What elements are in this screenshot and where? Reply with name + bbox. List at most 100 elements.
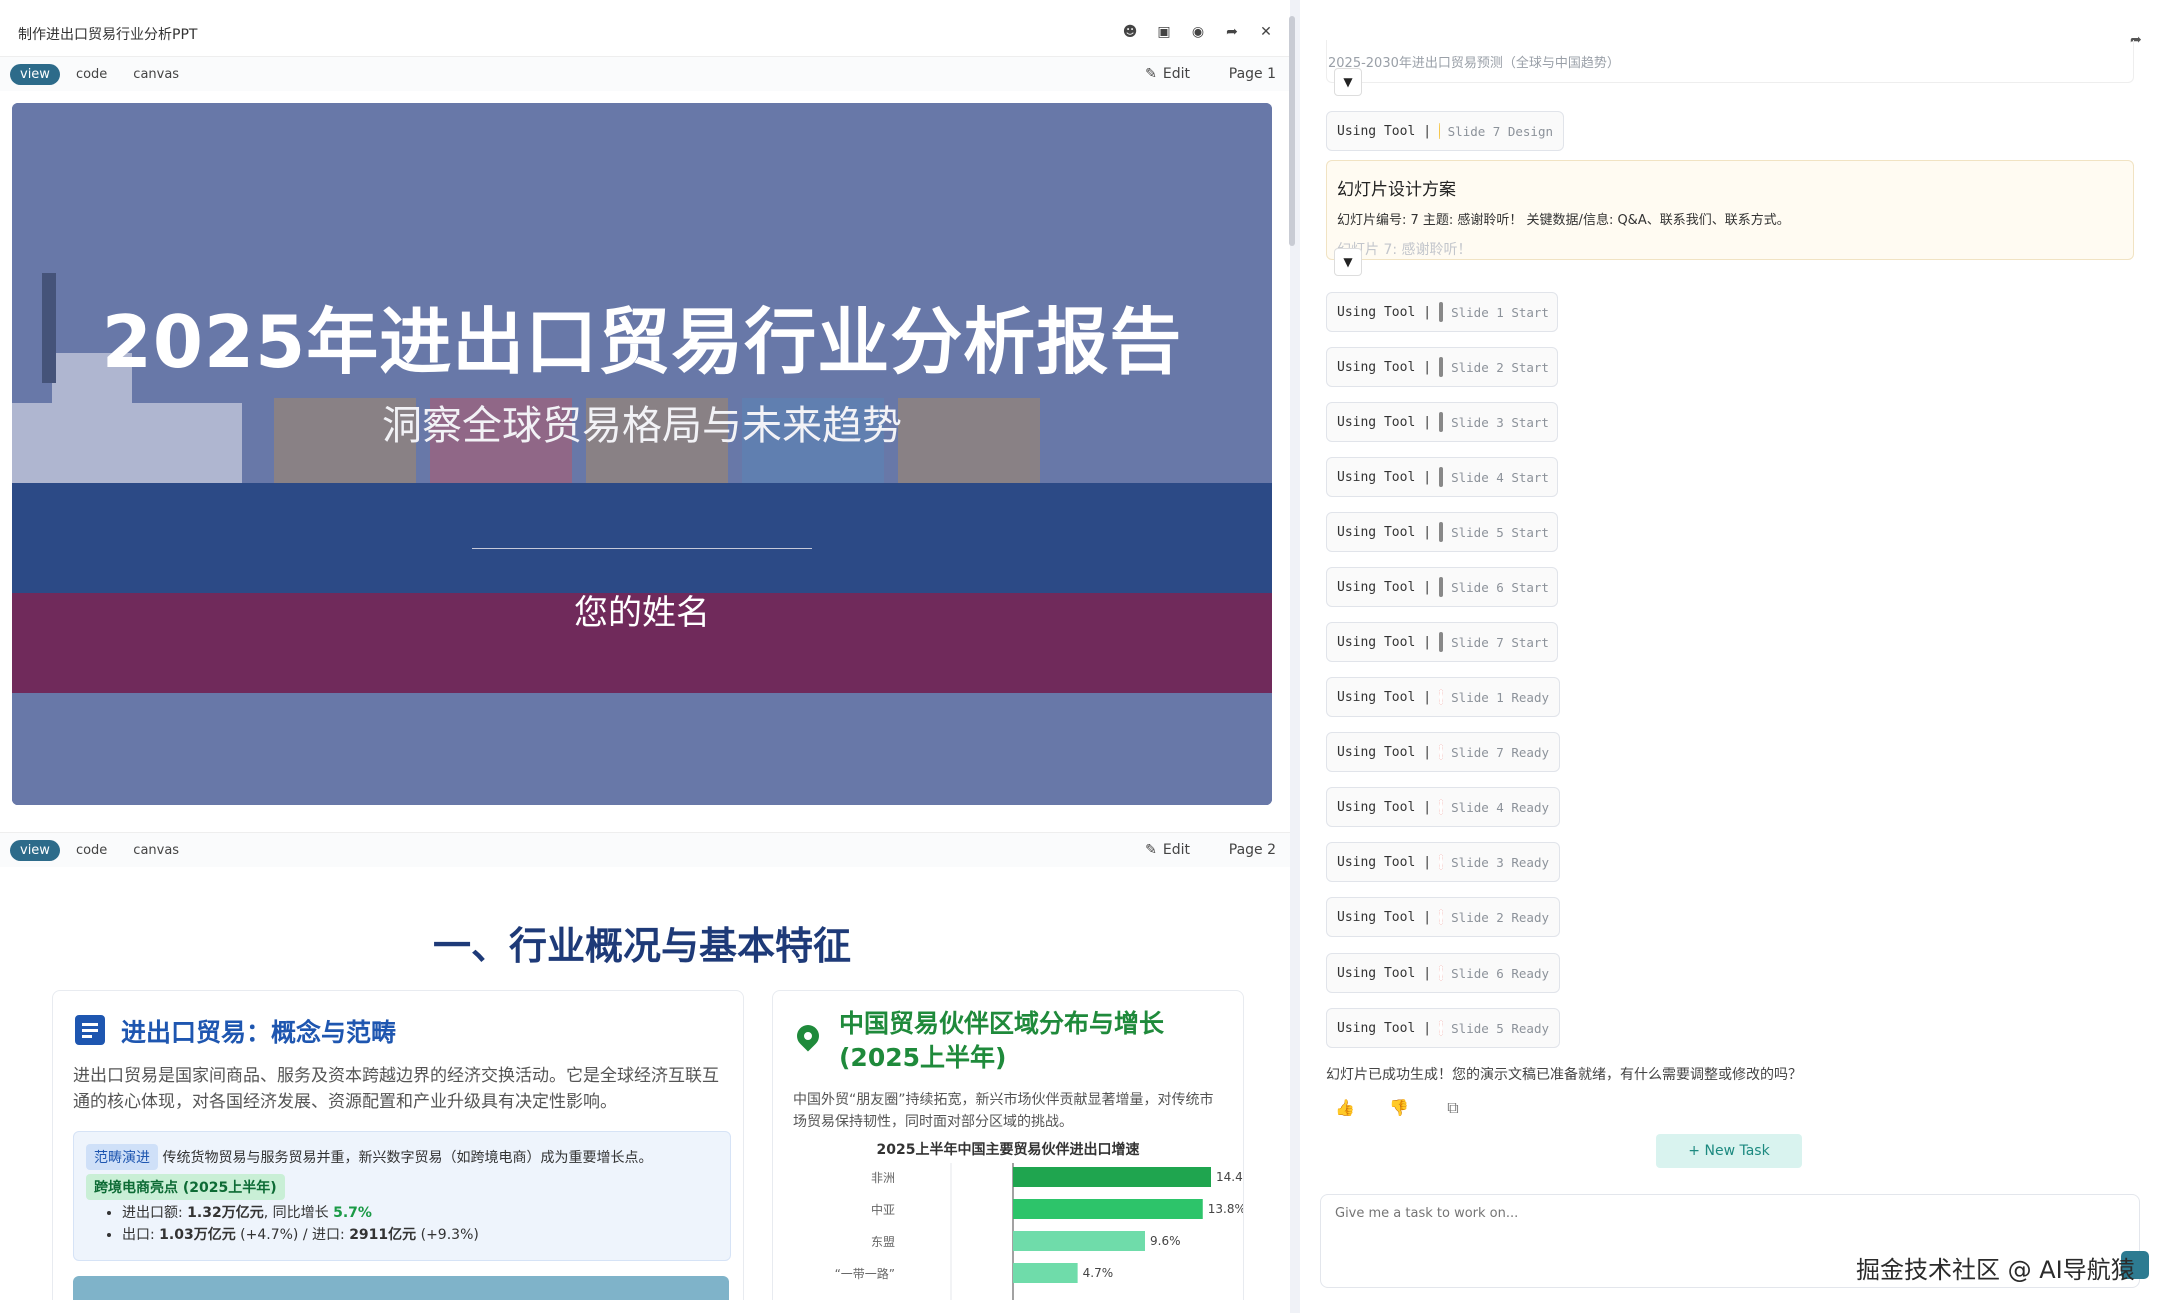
location-pin-icon bbox=[792, 1020, 824, 1052]
tool-call-item[interactable]: Using Tool | Slide 7 Start bbox=[1326, 622, 1558, 662]
separator: | bbox=[1423, 579, 1432, 595]
tab-canvas[interactable]: canvas bbox=[123, 64, 189, 85]
scrollbar[interactable] bbox=[1289, 16, 1295, 246]
tool-call-item[interactable]: Using Tool | Slide 1 Start bbox=[1326, 292, 1558, 332]
ecommerce-row: 跨境电商亮点 (2025上半年) bbox=[86, 1174, 285, 1200]
chart-title: 2025上半年中国主要贸易伙伴进出口增速 bbox=[876, 1142, 1140, 1158]
tool-call-item[interactable]: Using Tool | Slide 5 Start bbox=[1326, 512, 1558, 552]
target-icon bbox=[1439, 744, 1444, 760]
assistant-message: 幻灯片已成功生成！您的演示文稿已准备就绪，有什么需要调整或修改的吗？ bbox=[1326, 1067, 1802, 1083]
separator: | bbox=[1423, 123, 1432, 139]
separator: | bbox=[1423, 469, 1432, 485]
scope-row: 范畴演进 传统货物贸易与服务贸易并重，新兴数字贸易（如跨境电商）成为重要增长点。 bbox=[86, 1144, 652, 1170]
tool-call-item[interactable]: Using Tool | Slide 4 Ready bbox=[1326, 787, 1560, 827]
outline-item: 2025-2030年进出口贸易预测（全球与中国趋势） bbox=[1328, 56, 1620, 71]
page2-tab-bar: view code canvas ✎ Edit Page 2 bbox=[0, 832, 1290, 867]
separator: | bbox=[1423, 799, 1432, 815]
card-title: 进出口贸易：概念与范畴 bbox=[121, 1018, 397, 1047]
tool-call-item[interactable]: Using Tool | Slide 4 Start bbox=[1326, 457, 1558, 497]
edit-icon: ✎ bbox=[1145, 842, 1157, 858]
list-item: 进出口额: 1.32万亿元, 同比增长 5.7% bbox=[122, 1202, 479, 1224]
tool-call-item[interactable]: Using Tool | Slide 3 Start bbox=[1326, 402, 1558, 442]
design-body: 幻灯片编号: 7 主题: 感谢聆听！ 关键数据/信息: Q&A、联系我们、联系方… bbox=[1337, 213, 1790, 228]
using-tool-label: Using Tool bbox=[1337, 689, 1416, 705]
tool-call-item[interactable]: Using Tool | Slide 5 Ready bbox=[1326, 1008, 1560, 1048]
target-icon bbox=[1439, 965, 1444, 981]
bar bbox=[1013, 1199, 1203, 1219]
stats-list: 进出口额: 1.32万亿元, 同比增长 5.7% 出口: 1.03万亿元 (+4… bbox=[104, 1202, 479, 1246]
tool-call-item[interactable]: Using Tool | Slide 6 Start bbox=[1326, 567, 1558, 607]
tab-view[interactable]: view bbox=[10, 63, 60, 85]
slide-2-overview[interactable]: 一、行业概况与基本特征 进出口贸易：概念与范畴 进出口贸易是国家间商品、服务及资… bbox=[12, 880, 1272, 1300]
separator: | bbox=[1423, 524, 1432, 540]
using-tool-label: Using Tool bbox=[1337, 909, 1416, 925]
using-tool-label: Using Tool bbox=[1337, 799, 1416, 815]
category-label: “一带一路” bbox=[835, 1266, 895, 1281]
edit-button[interactable]: ✎ Edit bbox=[1145, 842, 1190, 858]
new-task-button[interactable]: + New Task bbox=[1656, 1134, 1802, 1168]
partner-card: 中国贸易伙伴区域分布与增长 (2025上半年) 中国外贸“朋友圈”持续拓宽，新兴… bbox=[772, 990, 1244, 1300]
tool-call-item[interactable]: Using Tool | Slide 2 Start bbox=[1326, 347, 1558, 387]
list-item: 出口: 1.03万亿元 (+4.7%) / 进口: 2911亿元 (+9.3%) bbox=[122, 1224, 479, 1246]
slide-heading: 一、行业概况与基本特征 bbox=[432, 924, 851, 968]
design-heading: 幻灯片设计方案 bbox=[1337, 180, 1456, 200]
user-icon[interactable]: ☻ bbox=[1120, 22, 1140, 42]
target-icon bbox=[1439, 799, 1444, 815]
share-icon[interactable]: ➦ bbox=[1222, 22, 1242, 42]
presentation-panel: 制作进出口贸易行业分析PPT ☻ ▣ ◉ ➦ ✕ view code canva… bbox=[0, 0, 1290, 1313]
task-input[interactable] bbox=[1333, 1205, 2117, 1222]
card-description: 中国外贸“朋友圈”持续拓宽，新兴市场伙伴贡献显著增量，对传统市场贸易保持韧性，同… bbox=[793, 1092, 1214, 1130]
using-tool-label: Using Tool bbox=[1337, 744, 1416, 760]
bar bbox=[1013, 1231, 1145, 1251]
using-tool-label: Using Tool bbox=[1337, 854, 1416, 870]
using-tool-label: Using Tool bbox=[1337, 414, 1416, 430]
preview-icon[interactable]: ◉ bbox=[1188, 22, 1208, 42]
separator: | bbox=[1423, 414, 1432, 430]
concept-card: 进出口贸易：概念与范畴 进出口贸易是国家间商品、服务及资本跨越边界的经济交换活动… bbox=[52, 990, 744, 1300]
tool-label: Slide 1 Start bbox=[1451, 304, 1549, 320]
using-tool-label: Using Tool bbox=[1337, 304, 1416, 320]
separator: | bbox=[1423, 744, 1432, 760]
category-label: 中亚 bbox=[871, 1202, 895, 1217]
present-icon[interactable]: ▣ bbox=[1154, 22, 1174, 42]
target-icon bbox=[1439, 1020, 1444, 1036]
scope-tag: 范畴演进 bbox=[86, 1144, 158, 1170]
clipboard-icon bbox=[1439, 302, 1444, 322]
clipboard-icon bbox=[1439, 357, 1444, 377]
tool-call-item[interactable]: Using Tool | Slide 6 Ready bbox=[1326, 953, 1560, 993]
value-label: 4.7% bbox=[1083, 1266, 1114, 1280]
ecommerce-tag: 跨境电商亮点 (2025上半年) bbox=[86, 1174, 285, 1200]
copy-icon[interactable]: ⧉ bbox=[1442, 1098, 1464, 1120]
tool-label: Slide 2 Ready bbox=[1451, 909, 1549, 925]
tab-canvas[interactable]: canvas bbox=[123, 840, 189, 861]
tool-call-item[interactable]: Using Tool | Slide 1 Ready bbox=[1326, 677, 1560, 717]
bar bbox=[1013, 1167, 1211, 1187]
tab-code[interactable]: code bbox=[66, 840, 117, 861]
tool-label: Slide 1 Ready bbox=[1451, 689, 1549, 705]
tool-call-item[interactable]: Using Tool | Slide 7 Design bbox=[1326, 111, 1564, 151]
thumbs-down-icon[interactable]: 👎 bbox=[1388, 1098, 1410, 1120]
edit-button[interactable]: ✎ Edit bbox=[1145, 66, 1190, 82]
tool-call-item[interactable]: Using Tool | Slide 2 Ready bbox=[1326, 897, 1560, 937]
bar bbox=[1013, 1263, 1078, 1283]
separator: | bbox=[1423, 689, 1432, 705]
tab-code[interactable]: code bbox=[66, 64, 117, 85]
chevron-down-icon[interactable]: ▼ bbox=[1334, 68, 1362, 96]
category-label: 非洲 bbox=[871, 1171, 895, 1185]
chat-panel: ➦ 2025-2030年进出口贸易预测（全球与中国趋势） ▼ Using Too… bbox=[1300, 0, 2174, 1313]
close-icon[interactable]: ✕ bbox=[1256, 22, 1276, 42]
tool-label: Slide 7 Start bbox=[1451, 634, 1549, 650]
thumbs-up-icon[interactable]: 👍 bbox=[1334, 1098, 1356, 1120]
tool-call-item[interactable]: Using Tool | Slide 3 Ready bbox=[1326, 842, 1560, 882]
tab-view[interactable]: view bbox=[10, 839, 60, 861]
tool-label: Slide 7 Design bbox=[1447, 123, 1553, 139]
chevron-down-icon[interactable]: ▼ bbox=[1334, 248, 1362, 276]
ship-illustration bbox=[12, 103, 1272, 805]
tool-call-item[interactable]: Using Tool | Slide 7 Ready bbox=[1326, 732, 1560, 772]
clipboard-icon bbox=[1439, 412, 1444, 432]
page1-tab-bar: view code canvas ✎ Edit Page 1 bbox=[0, 56, 1290, 91]
slide-1-cover[interactable]: 2025年进出口贸易行业分析报告 洞察全球贸易格局与未来趋势 您的姓名 bbox=[12, 103, 1272, 805]
using-tool-label: Using Tool bbox=[1337, 965, 1416, 981]
separator: | bbox=[1423, 909, 1432, 925]
tool-label: Slide 5 Ready bbox=[1451, 1020, 1549, 1036]
